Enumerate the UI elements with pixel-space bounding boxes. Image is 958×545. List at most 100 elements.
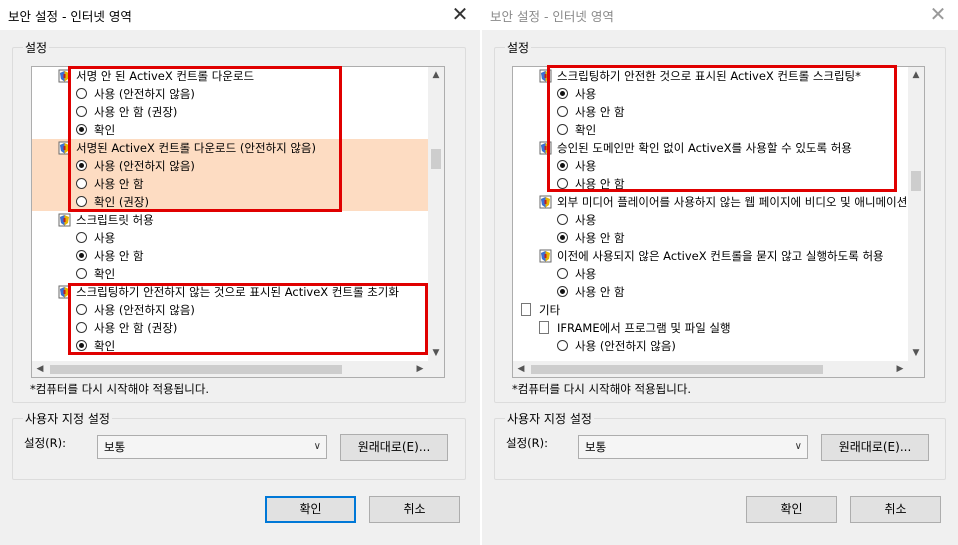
radio-option-row[interactable]: 사용 안 함	[513, 103, 924, 121]
setting-category-row[interactable]: 기타	[513, 301, 924, 319]
shield-setting-icon	[539, 69, 552, 88]
hscroll-thumb[interactable]	[531, 365, 823, 374]
radio-option-row[interactable]: 사용 안 함	[513, 175, 924, 193]
radio-option-row[interactable]: 사용 안 함	[513, 229, 924, 247]
chevron-left-icon[interactable]: ◀	[32, 361, 48, 377]
scroll-corner	[428, 361, 444, 377]
reset-button[interactable]: 원래대로(E)...	[340, 434, 448, 461]
radio-option-row[interactable]: 사용	[513, 265, 924, 283]
ok-button[interactable]: 확인	[746, 496, 837, 523]
radio-option-label: 사용 (안전하지 않음)	[94, 87, 195, 101]
radio-button[interactable]	[557, 106, 568, 117]
reset-label: 설정(R):	[24, 436, 66, 450]
radio-option-row[interactable]: 사용 안 함	[513, 283, 924, 301]
security-settings-dialog-right: 보안 설정 - 인터넷 영역 ✕ 설정 사용 (안전하지 않음) IFRAME에서…	[482, 0, 958, 545]
hscroll-thumb[interactable]	[50, 365, 342, 374]
chevron-right-icon[interactable]: ▶	[892, 361, 908, 377]
radio-button-selected[interactable]	[557, 232, 568, 243]
setting-category-row[interactable]: 승인된 도메인만 확인 없이 ActiveX를 사용할 수 있도록 허용	[513, 139, 924, 157]
chevron-up-icon[interactable]: ▲	[908, 67, 924, 83]
radio-option-row[interactable]: 사용	[32, 229, 444, 247]
close-icon[interactable]: ✕	[448, 3, 472, 27]
radio-option-row[interactable]: 확인	[32, 337, 444, 355]
radio-option-row[interactable]: 사용 안 함 (권장)	[32, 319, 444, 337]
radio-button[interactable]	[557, 124, 568, 135]
setting-category-row[interactable]: 이전에 사용되지 않은 ActiveX 컨트롤을 묻지 않고 실행하도록 허용	[513, 247, 924, 265]
chevron-left-icon[interactable]: ◀	[513, 361, 529, 377]
setting-category-label: 서명된 ActiveX 컨트롤 다운로드 (안전하지 않음)	[76, 141, 316, 155]
horizontal-scrollbar[interactable]: ◀ ▶	[513, 361, 924, 377]
reset-level-value: 보통	[585, 440, 607, 454]
radio-button[interactable]	[76, 196, 87, 207]
radio-option-row[interactable]: 사용	[513, 157, 924, 175]
setting-category-label: 스크립팅하기 안전한 것으로 표시된 ActiveX 컨트롤 스크립팅*	[557, 69, 861, 83]
radio-option-row[interactable]: 사용 안 함	[32, 247, 444, 265]
radio-option-label: 확인 (권장)	[94, 195, 149, 209]
title-bar: 보안 설정 - 인터넷 영역 ✕	[0, 0, 480, 30]
radio-button[interactable]	[557, 214, 568, 225]
radio-option-row[interactable]: 사용 (안전하지 않음)	[32, 157, 444, 175]
setting-category-row[interactable]: 스크립팅하기 안전하지 않는 것으로 표시된 ActiveX 컨트롤 초기화	[32, 283, 444, 301]
setting-category-label: 승인된 도메인만 확인 없이 ActiveX를 사용할 수 있도록 허용	[557, 141, 852, 155]
radio-option-row[interactable]: 사용	[513, 85, 924, 103]
radio-button[interactable]	[76, 322, 87, 333]
custom-group-label: 사용자 지정 설정	[505, 410, 594, 427]
radio-button-selected[interactable]	[76, 160, 87, 171]
settings-tree[interactable]: 사용 (안전하지 않음) IFRAME에서 프로그램 및 파일 실행 기타 사용 안 …	[512, 66, 925, 378]
radio-option-row[interactable]: 확인	[513, 121, 924, 139]
setting-category-row[interactable]: 스크립팅하기 안전한 것으로 표시된 ActiveX 컨트롤 스크립팅*	[513, 67, 924, 88]
radio-option-row[interactable]: 확인 (권장)	[32, 193, 444, 211]
cancel-button[interactable]: 취소	[850, 496, 941, 523]
radio-button-selected[interactable]	[557, 286, 568, 297]
chevron-right-icon[interactable]: ▶	[412, 361, 428, 377]
vertical-scrollbar[interactable]: ▲ ▼	[428, 67, 444, 361]
radio-button[interactable]	[76, 268, 87, 279]
radio-button[interactable]	[76, 88, 87, 99]
radio-option-row[interactable]: 확인	[32, 265, 444, 283]
setting-category-label: 기타	[539, 303, 561, 317]
radio-option-row[interactable]: 사용 (안전하지 않음)	[513, 337, 924, 355]
reset-level-select[interactable]: 보통 ∨	[97, 435, 327, 459]
radio-button-selected[interactable]	[76, 250, 87, 261]
radio-option-row[interactable]: 사용	[513, 211, 924, 229]
setting-category-row[interactable]: IFRAME에서 프로그램 및 파일 실행	[513, 319, 924, 337]
scroll-thumb[interactable]	[431, 149, 441, 169]
radio-button[interactable]	[76, 232, 87, 243]
radio-button-selected[interactable]	[76, 124, 87, 135]
setting-category-row[interactable]: 서명 안 된 ActiveX 컨트롤 다운로드	[32, 67, 444, 85]
radio-button[interactable]	[76, 106, 87, 117]
close-icon[interactable]: ✕	[926, 3, 950, 27]
radio-button[interactable]	[557, 178, 568, 189]
vertical-scrollbar[interactable]: ▲ ▼	[908, 67, 924, 361]
radio-button[interactable]	[557, 268, 568, 279]
chevron-down-icon[interactable]: ▼	[908, 345, 924, 361]
scroll-thumb[interactable]	[911, 171, 921, 191]
radio-button[interactable]	[557, 340, 568, 351]
chevron-down-icon: ∨	[313, 441, 321, 452]
ok-button[interactable]: 확인	[265, 496, 356, 523]
settings-tree[interactable]: 확인 사용 안 함 (권장) 사용 (안전하지 않음) 스크립팅하기 안전하지 않는 …	[31, 66, 445, 378]
chevron-down-icon[interactable]: ▼	[428, 345, 444, 361]
radio-option-label: 사용	[575, 159, 597, 173]
radio-button-selected[interactable]	[76, 340, 87, 351]
radio-option-row[interactable]: 사용 안 함	[32, 175, 444, 193]
radio-option-row[interactable]: 확인	[32, 121, 444, 139]
radio-option-row[interactable]: 사용 (안전하지 않음)	[32, 301, 444, 319]
reset-button[interactable]: 원래대로(E)...	[821, 434, 929, 461]
cancel-button[interactable]: 취소	[369, 496, 460, 523]
setting-category-row[interactable]: 스크립트릿 허용	[32, 211, 444, 229]
radio-option-row[interactable]: 사용 안 함 (권장)	[32, 103, 444, 121]
horizontal-scrollbar[interactable]: ◀ ▶	[32, 361, 444, 377]
radio-button-selected[interactable]	[557, 88, 568, 99]
radio-option-row[interactable]: 사용 (안전하지 않음)	[32, 85, 444, 103]
radio-option-label: 사용	[575, 87, 597, 101]
reset-level-select[interactable]: 보통 ∨	[578, 435, 808, 459]
chevron-up-icon[interactable]: ▲	[428, 67, 444, 83]
radio-button[interactable]	[76, 304, 87, 315]
radio-option-label: 사용	[575, 267, 597, 281]
setting-category-row[interactable]: 외부 미디어 플레이어를 사용하지 않는 웹 페이지에 비디오 및 애니메이션 …	[513, 193, 924, 211]
radio-button[interactable]	[76, 178, 87, 189]
radio-button-selected[interactable]	[557, 160, 568, 171]
document-icon	[521, 303, 531, 316]
setting-category-row[interactable]: 서명된 ActiveX 컨트롤 다운로드 (안전하지 않음)	[32, 139, 444, 157]
